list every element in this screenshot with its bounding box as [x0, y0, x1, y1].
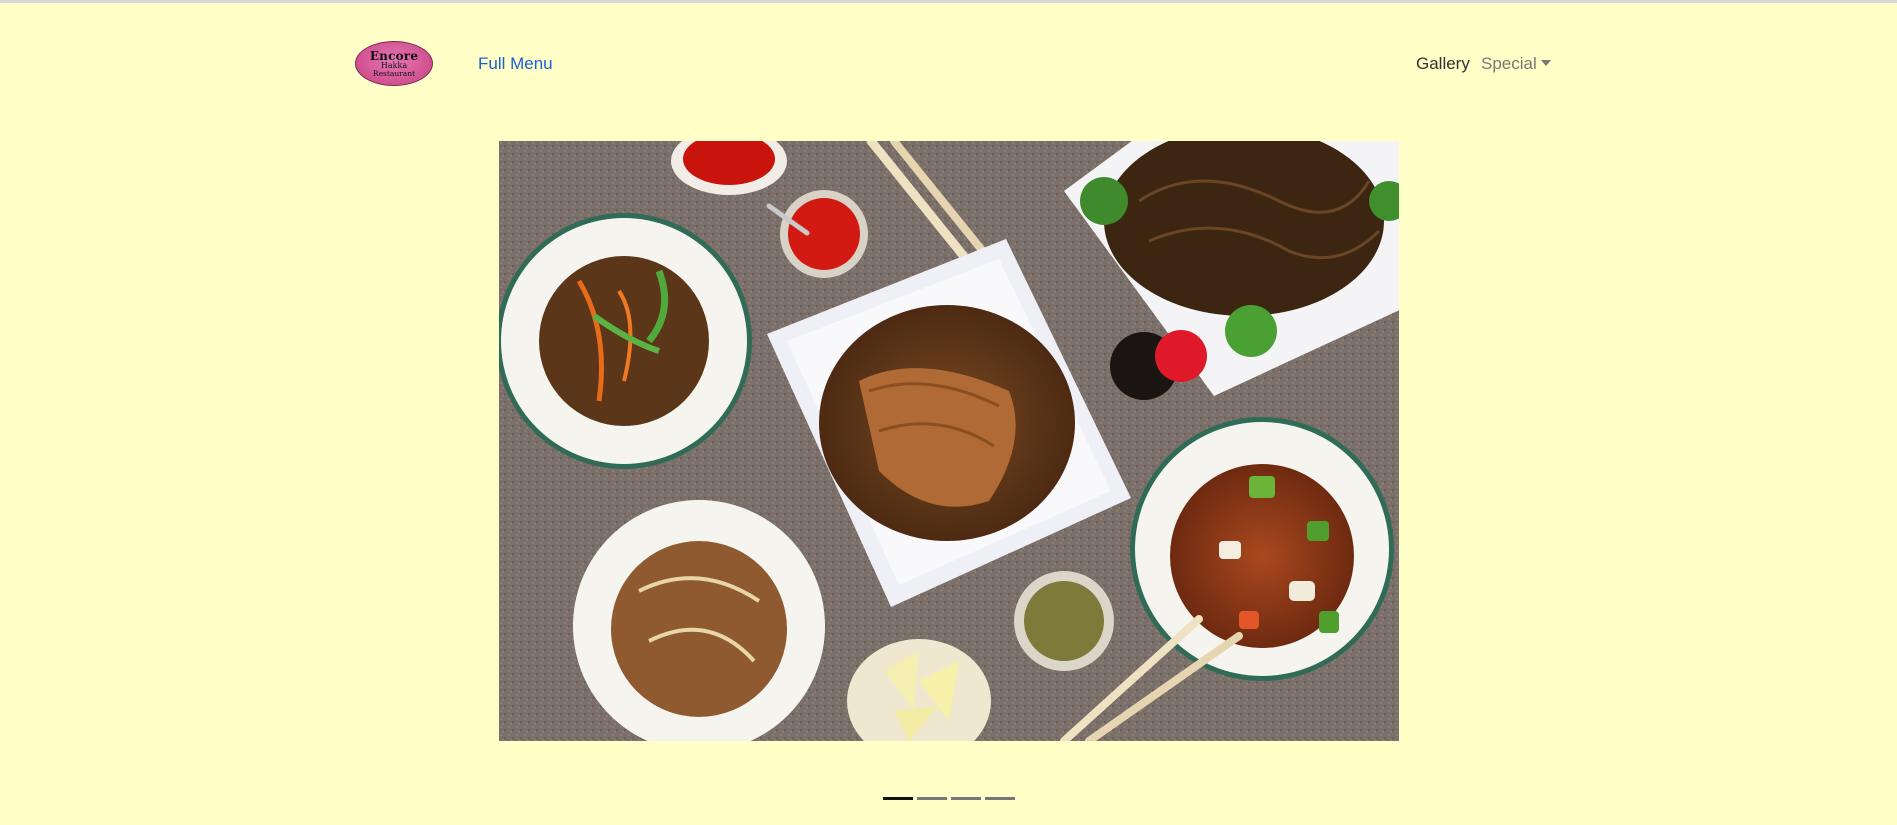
carousel-slide-image: [499, 141, 1399, 741]
caret-down-icon: [1540, 60, 1551, 66]
carousel-indicators: [883, 797, 1015, 801]
navbar: Encore Hakka Restaurant Full Menu Galler…: [0, 3, 1897, 123]
gallery-link[interactable]: Gallery: [1416, 54, 1470, 74]
logo-line-3: Restaurant: [372, 68, 416, 78]
carousel-indicator-1[interactable]: [883, 797, 913, 800]
special-label: Special: [1481, 54, 1537, 73]
special-dropdown[interactable]: Special: [1481, 54, 1551, 74]
carousel-indicator-3[interactable]: [951, 797, 981, 800]
carousel-indicator-2[interactable]: [917, 797, 947, 800]
hero-carousel[interactable]: [499, 141, 1399, 741]
full-menu-link[interactable]: Full Menu: [478, 54, 553, 74]
restaurant-logo[interactable]: Encore Hakka Restaurant: [355, 41, 433, 86]
logo-line-1: Encore: [369, 48, 419, 63]
carousel-indicator-4[interactable]: [985, 797, 1015, 800]
